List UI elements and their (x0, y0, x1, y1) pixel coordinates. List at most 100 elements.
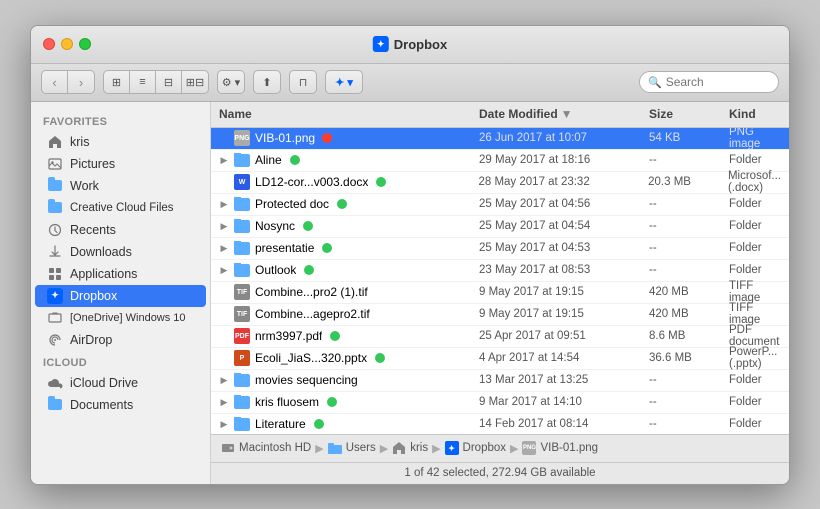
status-dot (376, 177, 386, 187)
file-size: 8.6 MB (649, 330, 729, 342)
table-row[interactable]: TIF Combine...agepro2.tif 9 May 2017 at … (211, 304, 789, 326)
file-date: 14 Feb 2017 at 08:14 (479, 418, 649, 430)
expand-arrow: ▶ (219, 243, 229, 253)
share-button[interactable]: ⊓ (290, 71, 316, 93)
sidebar-item-recents[interactable]: Recents (35, 219, 206, 241)
titlebar: ✦ Dropbox (31, 26, 789, 64)
file-icon-tif: TIF (234, 284, 250, 300)
col-header-name[interactable]: Name (219, 107, 479, 121)
sidebar-item-dropbox[interactable]: ✦ Dropbox (35, 285, 206, 307)
status-dot (337, 199, 347, 209)
sidebar-item-creative-cloud[interactable]: Creative Cloud Files (35, 197, 206, 219)
dropbox-toolbar-button[interactable]: ✦ ▾ (326, 71, 362, 93)
table-row[interactable]: ▶ Outlook 23 May 2017 at 08:53 -- Folder (211, 260, 789, 282)
status-dot (327, 397, 337, 407)
hdd-icon (221, 441, 235, 455)
creative-cloud-icon (47, 200, 63, 216)
breadcrumb-item[interactable]: VIB-01.png (540, 442, 598, 454)
file-date: 9 May 2017 at 19:15 (479, 286, 649, 298)
minimize-button[interactable] (61, 38, 73, 50)
file-date: 28 May 2017 at 23:32 (478, 176, 648, 188)
list-view-button[interactable]: ≡ (130, 71, 156, 93)
back-button[interactable]: ‹ (42, 71, 68, 93)
folder-icon (234, 198, 250, 211)
arrange-button[interactable]: ⚙ ▾ (218, 71, 244, 93)
file-size: -- (649, 264, 729, 276)
col-header-date[interactable]: Date Modified ▼ (479, 107, 649, 121)
folder-icon (234, 154, 250, 167)
table-row[interactable]: ▶ Protected doc 25 May 2017 at 04:56 -- … (211, 194, 789, 216)
action-button[interactable]: ⬆ (254, 71, 280, 93)
dropbox-title-icon: ✦ (373, 36, 389, 52)
file-name: Literature (255, 417, 306, 431)
table-row[interactable]: ▶ Nosync 25 May 2017 at 04:54 -- Folder (211, 216, 789, 238)
breadcrumb-item[interactable]: kris (410, 442, 428, 454)
column-view-button[interactable]: ⊟ (156, 71, 182, 93)
expand-arrow: ▶ (219, 155, 229, 165)
col-header-kind[interactable]: Kind (729, 107, 781, 121)
file-name: LD12-cor...v003.docx (255, 175, 368, 189)
file-size: 54 KB (649, 132, 729, 144)
main-area: Favorites kris Pictures Work (31, 102, 789, 484)
close-button[interactable] (43, 38, 55, 50)
sidebar-item-applications[interactable]: Applications (35, 263, 206, 285)
sidebar-item-icloud-drive[interactable]: iCloud Drive (35, 372, 206, 394)
table-row[interactable]: TIF Combine...pro2 (1).tif 9 May 2017 at… (211, 282, 789, 304)
file-icon-pptx: P (234, 350, 250, 366)
file-name: presentatie (255, 241, 314, 255)
file-name: kris fluosem (255, 395, 319, 409)
file-date: 26 Jun 2017 at 10:07 (479, 132, 649, 144)
breadcrumb-item[interactable]: Macintosh HD (239, 442, 311, 454)
dropbox-sidebar-icon: ✦ (47, 288, 63, 304)
table-row[interactable]: ▶ kris fluosem 9 Mar 2017 at 14:10 -- Fo… (211, 392, 789, 414)
status-text: 1 of 42 selected, 272.94 GB available (404, 467, 595, 479)
sidebar-item-kris[interactable]: kris (35, 131, 206, 153)
table-row[interactable]: ▶ Aline 29 May 2017 at 18:16 -- Folder (211, 150, 789, 172)
sidebar-item-downloads[interactable]: Downloads (35, 241, 206, 263)
file-kind: Folder (729, 154, 781, 166)
sidebar-item-documents[interactable]: Documents (35, 394, 206, 416)
breadcrumb-bar: Macintosh HD ▶ Users ▶ kris ▶ ✦ Dropbox … (211, 434, 789, 462)
search-input[interactable] (666, 75, 770, 89)
file-date: 9 Mar 2017 at 14:10 (479, 396, 649, 408)
cover-flow-button[interactable]: ⊞⊟ (182, 71, 208, 93)
toolbar: ‹ › ⊞ ≡ ⊟ ⊞⊟ ⚙ ▾ ⬆ ⊓ ✦ ▾ 🔍 (31, 64, 789, 102)
folder-icon (234, 220, 250, 233)
expand-arrow (219, 309, 229, 319)
table-row[interactable]: PNG VIB-01.png 26 Jun 2017 at 10:07 54 K… (211, 128, 789, 150)
sidebar-item-work[interactable]: Work (35, 175, 206, 197)
table-row[interactable]: ▶ movies sequencing 13 Mar 2017 at 13:25… (211, 370, 789, 392)
table-row[interactable]: W LD12-cor...v003.docx 28 May 2017 at 23… (211, 172, 789, 194)
maximize-button[interactable] (79, 38, 91, 50)
icon-view-button[interactable]: ⊞ (104, 71, 130, 93)
dropbox-bc-icon: ✦ (445, 441, 459, 455)
sidebar-item-onedrive[interactable]: [OneDrive] Windows 10 (35, 307, 206, 329)
file-size: -- (649, 220, 729, 232)
file-icon-png: PNG (234, 130, 250, 146)
status-dot (303, 221, 313, 231)
table-row[interactable]: ▶ Literature 14 Feb 2017 at 08:14 -- Fol… (211, 414, 789, 434)
file-date: 29 May 2017 at 18:16 (479, 154, 649, 166)
search-box[interactable]: 🔍 (639, 71, 779, 93)
file-name: Aline (255, 153, 282, 167)
file-date: 13 Mar 2017 at 13:25 (479, 374, 649, 386)
file-kind: Folder (729, 374, 781, 386)
file-size: 36.6 MB (649, 352, 729, 364)
file-size: -- (649, 374, 729, 386)
breadcrumb-item[interactable]: Dropbox (463, 442, 506, 454)
table-row[interactable]: PDF nrm3997.pdf 25 Apr 2017 at 09:51 8.6… (211, 326, 789, 348)
status-bar: 1 of 42 selected, 272.94 GB available (211, 462, 789, 484)
dropbox-button-group: ✦ ▾ (325, 70, 363, 94)
forward-button[interactable]: › (68, 71, 94, 93)
file-bc-icon: PNG (522, 441, 536, 455)
breadcrumb-item[interactable]: Users (346, 442, 376, 454)
sidebar-item-pictures[interactable]: Pictures (35, 153, 206, 175)
sidebar-item-airdrop[interactable]: AirDrop (35, 329, 206, 351)
favorites-label: Favorites (31, 110, 210, 131)
expand-arrow: ▶ (219, 397, 229, 407)
col-header-size[interactable]: Size (649, 107, 729, 121)
table-row[interactable]: P Ecoli_JiaS...320.pptx 4 Apr 2017 at 14… (211, 348, 789, 370)
sidebar: Favorites kris Pictures Work (31, 102, 211, 484)
home-icon (47, 134, 63, 150)
table-row[interactable]: ▶ presentatie 25 May 2017 at 04:53 -- Fo… (211, 238, 789, 260)
